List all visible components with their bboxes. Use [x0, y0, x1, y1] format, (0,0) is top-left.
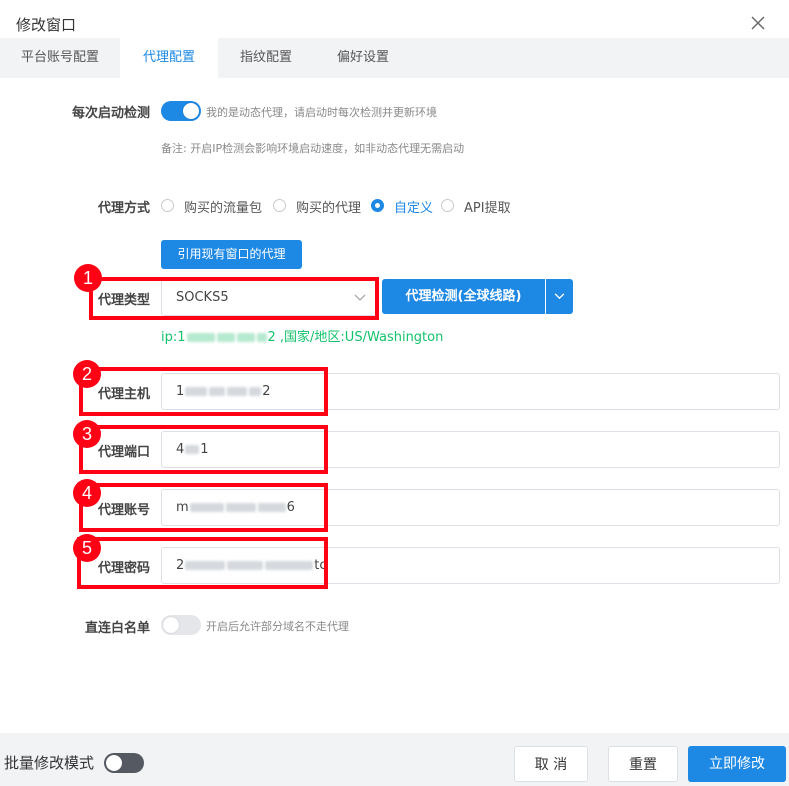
- proxy-check-dropdown[interactable]: [546, 279, 573, 314]
- annotation-badge-1: 1: [74, 264, 102, 292]
- tab-preferences[interactable]: 偏好设置: [314, 38, 412, 78]
- proxy-type-label: 代理类型: [97, 293, 150, 308]
- redacted-block: [265, 561, 314, 570]
- redacted-block: [185, 387, 208, 396]
- annotation-badge-5: 5: [73, 534, 101, 562]
- redacted-block: [185, 561, 226, 570]
- whitelist-toggle[interactable]: [161, 615, 201, 635]
- port-text-start: 4: [176, 442, 185, 457]
- startup-check-toggle[interactable]: [161, 101, 201, 121]
- toggle-knob: [163, 617, 179, 633]
- password-text-end: tc: [314, 558, 327, 573]
- ip-prefix: ip:1: [161, 330, 186, 345]
- account-text-end: 6: [286, 500, 295, 515]
- annotation-badge-3: 3: [73, 420, 101, 448]
- startup-check-label: 每次启动检测: [71, 106, 150, 121]
- redacted-block: [256, 333, 267, 342]
- startup-check-note: 备注: 开启IP检测会影响环境启动速度，如非动态代理无需启动: [161, 142, 465, 155]
- proxy-port-input[interactable]: 41: [161, 431, 780, 468]
- dialog-footer: 批量修改模式 取 消 重置 立即修改: [0, 733, 789, 786]
- redacted-block: [189, 503, 224, 512]
- redacted-block: [236, 333, 255, 342]
- radio-label-purchased-proxy: 购买的代理: [296, 201, 362, 216]
- radio-label-custom: 自定义: [394, 201, 434, 216]
- submit-button[interactable]: 立即修改: [688, 746, 786, 782]
- host-text-end: 2: [262, 384, 271, 399]
- radio-api-extract[interactable]: [441, 199, 454, 212]
- proxy-check-button[interactable]: 代理检测(全球线路): [382, 279, 545, 314]
- redacted-block: [227, 387, 248, 396]
- radio-purchased-proxy[interactable]: [273, 199, 286, 212]
- proxy-host-input[interactable]: 12: [161, 373, 780, 410]
- redacted-block: [186, 333, 215, 342]
- tab-bar: 平台账号配置 代理配置 指纹配置 偏好设置: [0, 38, 789, 79]
- use-existing-proxy-button[interactable]: 引用现有窗口的代理: [161, 240, 302, 269]
- radio-label-api-extract: API提取: [464, 201, 511, 216]
- dialog-title: 修改窗口: [16, 16, 77, 34]
- batch-mode-label: 批量修改模式: [4, 754, 95, 772]
- proxy-account-input[interactable]: m6: [161, 489, 780, 526]
- port-text-end: 1: [200, 442, 209, 457]
- radio-label-traffic-package: 购买的流量包: [184, 201, 263, 216]
- cancel-button[interactable]: 取 消: [514, 746, 588, 782]
- radio-custom[interactable]: [371, 199, 384, 212]
- chevron-down-icon: [554, 293, 565, 300]
- batch-mode-toggle[interactable]: [104, 753, 144, 773]
- whitelist-label: 直连白名单: [84, 621, 150, 636]
- password-text-start: 2: [176, 558, 185, 573]
- ip-suffix: 2 ,国家/地区:US/Washington: [267, 330, 444, 345]
- redacted-block: [216, 333, 235, 342]
- proxy-type-select[interactable]: SOCKS5: [161, 279, 377, 316]
- close-icon[interactable]: [750, 15, 766, 31]
- proxy-method-label: 代理方式: [97, 201, 150, 216]
- account-text-start: m: [176, 500, 189, 515]
- toggle-knob: [106, 755, 122, 771]
- startup-check-text: 我的是动态代理，请启动时每次检测并更新环境: [206, 106, 437, 119]
- whitelist-text: 开启后允许部分域名不走代理: [206, 620, 349, 633]
- tab-fingerprint-config[interactable]: 指纹配置: [218, 38, 314, 78]
- dialog-header: 修改窗口: [0, 0, 789, 40]
- tab-platform-account[interactable]: 平台账号配置: [0, 38, 120, 78]
- host-text-start: 1: [176, 384, 185, 399]
- annotation-badge-4: 4: [73, 479, 101, 507]
- tab-proxy-config[interactable]: 代理配置: [120, 38, 218, 79]
- ip-check-result: ip:1 2 ,国家/地区:US/Washington: [161, 326, 443, 345]
- redacted-block: [249, 387, 262, 396]
- redacted-block: [209, 387, 226, 396]
- redacted-block: [257, 503, 286, 512]
- redacted-block: [225, 503, 256, 512]
- proxy-password-input[interactable]: 2 tc: [161, 547, 780, 584]
- annotation-badge-2: 2: [73, 360, 101, 388]
- reset-button[interactable]: 重置: [608, 746, 678, 782]
- proxy-type-value: SOCKS5: [176, 290, 229, 305]
- toggle-knob: [183, 103, 199, 119]
- redacted-block: [185, 445, 200, 454]
- chevron-down-icon: [354, 294, 366, 301]
- redacted-block: [227, 561, 264, 570]
- radio-traffic-package[interactable]: [161, 199, 174, 212]
